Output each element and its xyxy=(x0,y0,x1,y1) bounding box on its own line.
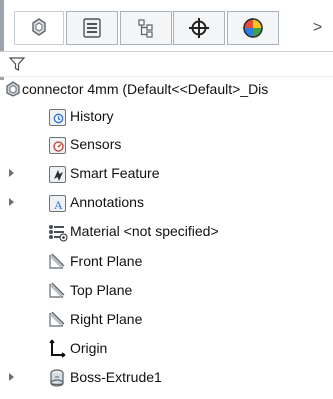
expand-arrow-icon[interactable] xyxy=(9,373,14,381)
part-icon xyxy=(4,80,22,98)
feature-manager-tab-bar: > xyxy=(0,0,333,80)
tree-item-top-plane[interactable]: Top Plane xyxy=(0,276,333,305)
tree-item-right-plane-label: Right Plane xyxy=(70,311,143,327)
display-manager-tab[interactable] xyxy=(227,11,279,45)
more-tabs-button[interactable]: > xyxy=(302,11,333,45)
tree-item-material[interactable]: Material <not specified> xyxy=(0,217,333,246)
tree-item-material-label: Material <not specified> xyxy=(70,223,219,239)
configuration-tree-icon xyxy=(138,19,153,38)
feature-manager-tab[interactable] xyxy=(14,11,64,45)
featuremanager-tree-icon xyxy=(32,18,46,36)
appearance-ball-icon xyxy=(243,18,263,38)
configuration-manager-tab[interactable] xyxy=(120,11,172,45)
tree-item-origin[interactable]: Origin xyxy=(0,334,333,363)
dimxpert-tab[interactable] xyxy=(173,11,225,45)
tree-item-boss-extrude1-label: Boss-Extrude1 xyxy=(70,369,162,385)
tree-item-boss-extrude1[interactable]: Boss-Extrude1 xyxy=(0,363,333,392)
plane-icon xyxy=(46,309,68,331)
filter-row xyxy=(0,51,333,77)
svg-text:A: A xyxy=(54,198,63,212)
material-icon xyxy=(46,221,68,243)
tree-item-sensors-label: Sensors xyxy=(70,136,122,152)
boss-extrude-icon xyxy=(46,367,68,389)
tree-item-history[interactable]: History xyxy=(0,102,333,131)
origin-icon xyxy=(46,338,68,360)
crosshair-icon xyxy=(189,18,209,38)
sensors-icon xyxy=(46,134,68,156)
smart-feature-icon xyxy=(46,163,68,185)
chevron-right-icon: > xyxy=(312,19,323,36)
annotations-icon: A xyxy=(46,192,68,214)
plane-icon xyxy=(46,251,68,273)
tree-item-smart-feature-label: Smart Feature xyxy=(70,165,160,181)
expand-arrow-icon[interactable] xyxy=(9,169,14,177)
history-icon xyxy=(46,106,68,128)
feature-tree: connector 4mm (Default<<Default>_Dis His… xyxy=(0,78,333,399)
tree-item-smart-feature[interactable]: Smart Feature xyxy=(0,159,333,188)
tree-item-annotations-label: Annotations xyxy=(70,194,144,210)
tree-item-front-plane-label: Front Plane xyxy=(70,253,143,269)
tree-item-right-plane[interactable]: Right Plane xyxy=(0,305,333,334)
tree-item-sensors[interactable]: Sensors xyxy=(0,130,333,159)
filter-icon[interactable] xyxy=(7,55,27,73)
root-part-label: connector 4mm (Default<<Default>_Dis xyxy=(22,81,269,97)
tree-item-origin-label: Origin xyxy=(70,340,108,356)
tree-item-annotations[interactable]: A Annotations xyxy=(0,188,333,217)
property-manager-tab[interactable] xyxy=(66,11,118,45)
tree-item-top-plane-label: Top Plane xyxy=(70,282,133,298)
property-sheet-icon xyxy=(83,18,101,38)
expand-arrow-icon[interactable] xyxy=(9,198,14,206)
tree-item-history-label: History xyxy=(70,108,114,124)
plane-icon xyxy=(46,280,68,302)
tree-item-front-plane[interactable]: Front Plane xyxy=(0,247,333,276)
